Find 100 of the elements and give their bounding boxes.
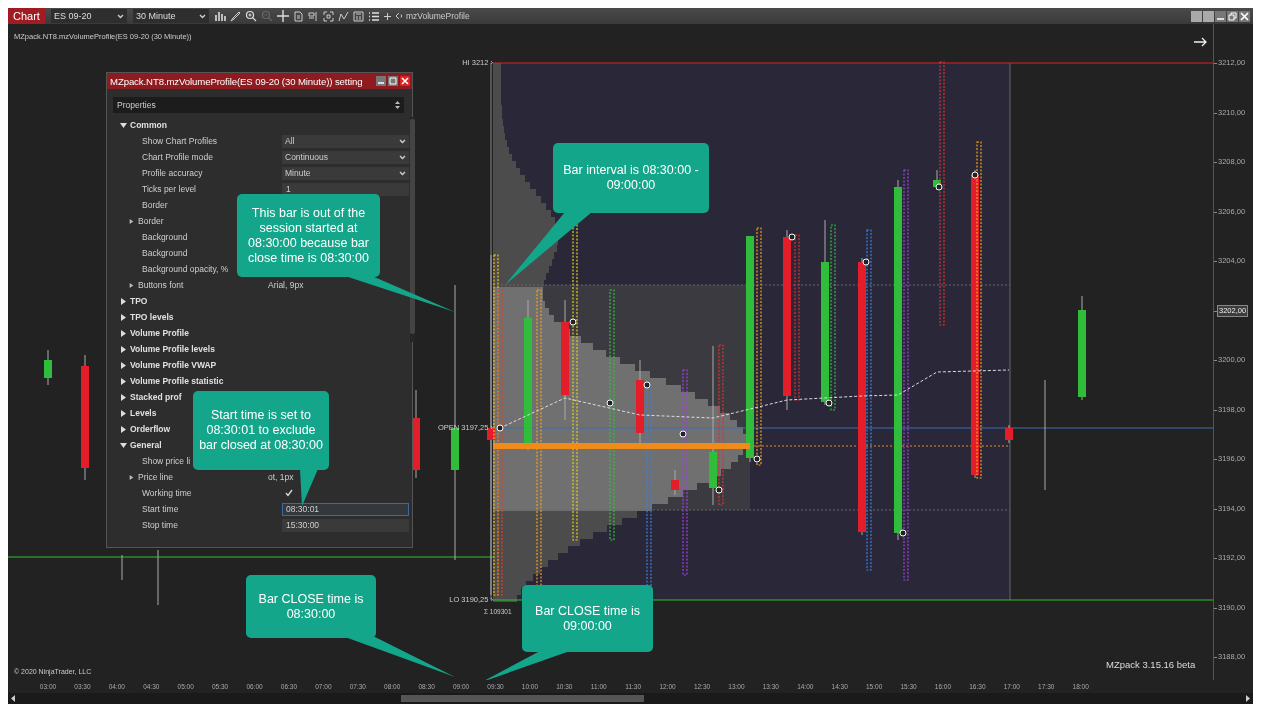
plus-icon[interactable] — [383, 12, 391, 20]
collapse-triangle-icon[interactable] — [120, 441, 127, 449]
property-label: Ticks per level — [142, 184, 196, 194]
close-marker — [643, 381, 651, 389]
expand-triangle-icon[interactable] — [120, 313, 127, 321]
chevron-down-icon — [116, 13, 124, 19]
property-label: Background — [142, 232, 188, 242]
crosshair-icon[interactable] — [276, 10, 289, 22]
instrument-dropdown[interactable]: ES 09-20 — [50, 9, 127, 23]
checkbox[interactable] — [285, 489, 293, 497]
close-icon[interactable] — [400, 76, 410, 86]
property-label: Background opacity, % — [142, 264, 229, 274]
category-label: Volume Profile statistic — [130, 376, 224, 386]
category-label: Volume Profile VWAP — [130, 360, 217, 370]
property-dropdown[interactable]: Continuous — [282, 150, 409, 164]
properties-title: Properties — [117, 100, 156, 110]
close-marker — [788, 233, 796, 241]
tile-icon[interactable] — [1191, 10, 1202, 22]
chevron-down-icon — [399, 170, 406, 176]
callout-text: Bar CLOSE time is 08:30:00 — [257, 591, 365, 622]
category-label: General — [130, 440, 162, 450]
expand-triangle-icon[interactable] — [120, 329, 127, 337]
property-input[interactable]: 15:30:00 — [282, 518, 409, 532]
property-label: Chart Profile mode — [142, 152, 213, 162]
candlestick — [1005, 424, 1013, 444]
scrollbar-thumb[interactable] — [401, 695, 644, 702]
chevron-down-icon — [399, 138, 406, 144]
property-label: Start time — [142, 504, 179, 514]
category-label: Common — [130, 120, 167, 130]
chart-tab[interactable]: Chart — [8, 8, 45, 24]
sort-icon[interactable] — [395, 100, 400, 110]
property-label: Price line — [138, 472, 173, 482]
panel-icon[interactable] — [307, 10, 319, 22]
close-marker — [569, 318, 577, 326]
property-label: Stop time — [142, 520, 178, 530]
category-label: Volume Profile — [130, 328, 189, 338]
document-icon[interactable] — [292, 10, 304, 22]
category-label: TPO — [130, 296, 148, 306]
maximize-icon[interactable] — [388, 76, 398, 86]
chevron-down-icon — [399, 154, 406, 160]
line-chart-icon[interactable] — [337, 10, 349, 22]
chevron-down-icon — [198, 13, 206, 19]
close-marker — [715, 486, 723, 494]
expand-triangle-icon[interactable] — [120, 393, 127, 401]
candlestick — [671, 469, 679, 496]
property-label: Background — [142, 248, 188, 258]
callout-text: Bar CLOSE time is 09:00:00 — [534, 603, 641, 634]
restore-icon[interactable] — [1227, 10, 1238, 22]
callout-text: Start time is set to 08:30:01 to exclude bar closed at 08:30:00 — [198, 408, 324, 453]
expand-triangle-icon[interactable] — [129, 282, 134, 288]
expand-triangle-icon[interactable] — [129, 218, 134, 224]
bar-chart-icon[interactable] — [214, 10, 226, 22]
calculator-icon[interactable] — [352, 10, 364, 22]
expand-triangle-icon[interactable] — [120, 425, 127, 433]
close-marker — [606, 399, 614, 407]
arrow-right-icon[interactable] — [1194, 37, 1207, 47]
dialog-title: MZpack.NT8.mzVolumeProfile(ES 09-20 (30 Minute)) setting — [110, 75, 364, 87]
expand-triangle-icon[interactable] — [120, 361, 127, 369]
close-marker — [825, 399, 833, 407]
category-label: Stacked prof — [130, 392, 182, 402]
property-dropdown[interactable]: Minute — [282, 166, 409, 180]
expand-triangle-icon[interactable] — [120, 377, 127, 385]
candle-wick — [121, 554, 123, 581]
close-marker — [899, 529, 907, 537]
scroll-right-icon[interactable] — [1245, 695, 1250, 702]
property-label: Buttons font — [138, 280, 184, 290]
property-input[interactable]: 08:30:01 — [282, 502, 409, 516]
tile-icon[interactable] — [1203, 10, 1214, 22]
scrollbar[interactable] — [410, 117, 415, 342]
indicator-name[interactable]: mzVolumeProfile — [405, 11, 470, 21]
list-icon[interactable] — [367, 10, 380, 22]
zoom-in-icon[interactable] — [244, 10, 257, 22]
scroll-left-icon[interactable] — [11, 695, 16, 702]
property-value: ot, 1px — [268, 472, 294, 482]
property-label: Show price li — [142, 456, 191, 466]
close-marker — [971, 171, 979, 179]
property-label: Border — [142, 200, 168, 210]
minimize-icon[interactable] — [376, 76, 386, 86]
expand-triangle-icon[interactable] — [129, 474, 134, 480]
collapse-triangle-icon[interactable] — [120, 121, 127, 129]
candle-wick — [157, 549, 159, 606]
property-dropdown[interactable]: All — [282, 134, 409, 148]
interval-dropdown[interactable]: 30 Minute — [132, 9, 209, 23]
expand-triangle-icon[interactable] — [120, 409, 127, 417]
property-label: Border — [138, 216, 164, 226]
close-marker — [753, 455, 761, 463]
close-icon[interactable] — [1239, 10, 1250, 22]
category-label: Volume Profile levels — [130, 344, 215, 354]
close-marker — [496, 424, 504, 432]
frame-icon[interactable] — [322, 10, 334, 22]
minimize-icon[interactable] — [1215, 10, 1226, 22]
property-label: Show Chart Profiles — [142, 136, 218, 146]
horizontal-scrollbar[interactable] — [8, 693, 1253, 704]
category-label: Orderflow — [130, 424, 171, 434]
pencil-icon[interactable] — [229, 10, 241, 22]
close-marker — [679, 430, 687, 438]
expand-triangle-icon[interactable] — [120, 297, 127, 305]
expand-triangle-icon[interactable] — [120, 345, 127, 353]
version-text: MZpack 3.15.16 beta — [1106, 660, 1196, 670]
close-marker — [935, 183, 943, 191]
